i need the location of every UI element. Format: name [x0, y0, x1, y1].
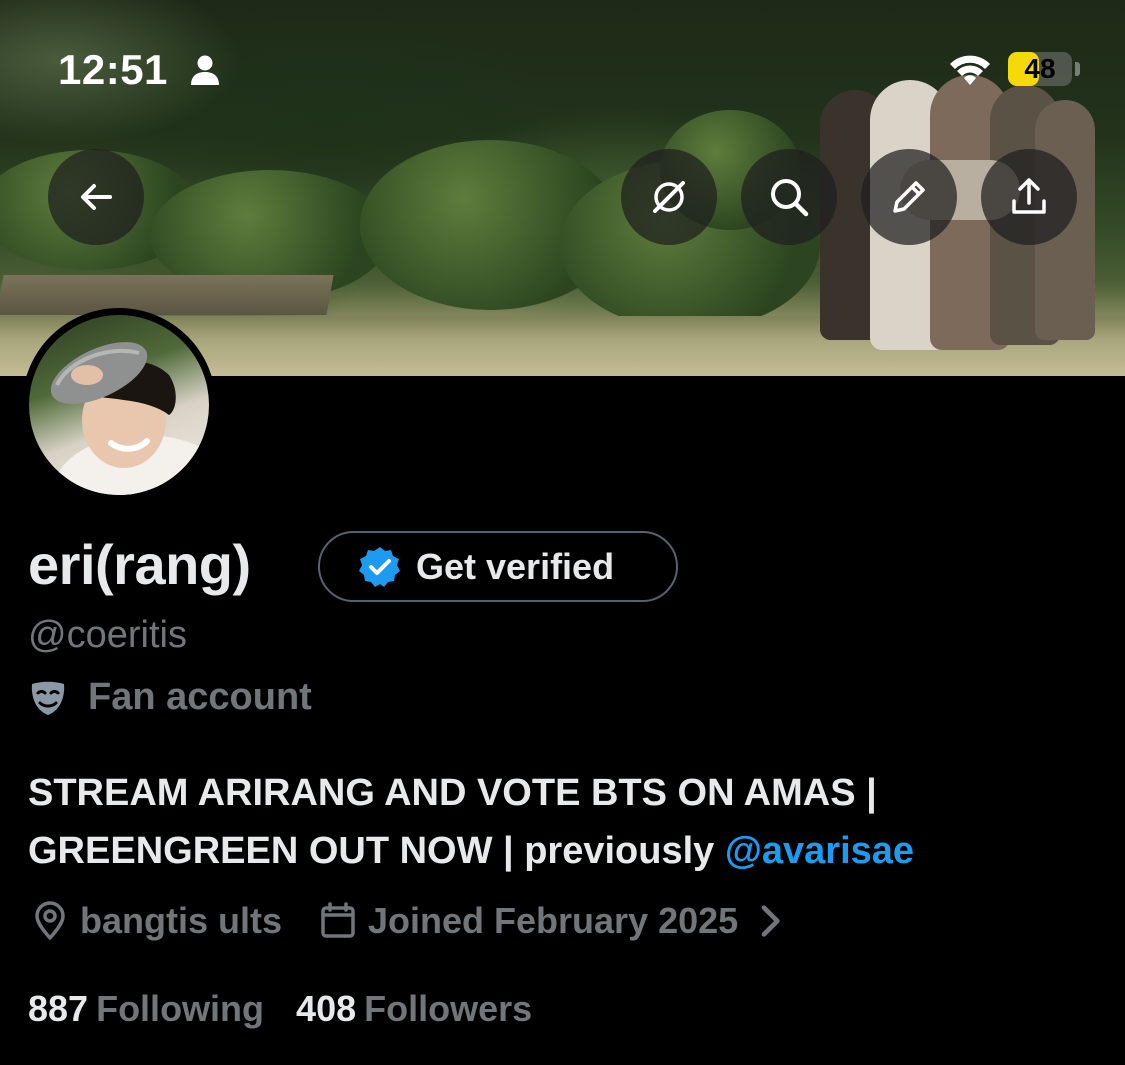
- battery-level: 48: [1024, 53, 1056, 84]
- location: bangtis ults: [30, 900, 282, 942]
- edit-button[interactable]: [861, 149, 957, 245]
- following-count: 887: [28, 988, 89, 1029]
- account-category: Fan account: [28, 676, 312, 719]
- category-label: Fan account: [88, 676, 312, 718]
- share-button[interactable]: [981, 149, 1077, 245]
- avatar[interactable]: [22, 308, 216, 502]
- profile-meta: bangtis ults Joined February 2025: [30, 900, 802, 942]
- status-time: 12:51: [58, 46, 168, 93]
- battery-nub: [1075, 62, 1080, 76]
- profile-bio: STREAM ARIRANG AND VOTE BTS ON AMAS | GR…: [28, 764, 1108, 880]
- display-name: eri(rang): [28, 533, 251, 596]
- pencil-icon: [893, 181, 925, 213]
- search-icon: [771, 179, 809, 217]
- mask-icon: [31, 681, 65, 715]
- followers-count: 408: [296, 988, 357, 1029]
- get-verified-label: Get verified: [416, 545, 615, 587]
- following-label: Following: [96, 988, 265, 1029]
- person-icon: [191, 55, 219, 85]
- search-button[interactable]: [741, 149, 837, 245]
- joined-label: Joined February 2025: [368, 900, 739, 941]
- location-pin-icon: [35, 901, 65, 940]
- profile-stats: 887 Following 408 Followers: [28, 988, 532, 1030]
- followers-label: Followers: [364, 988, 533, 1029]
- grok-button[interactable]: [621, 149, 717, 245]
- joined-date[interactable]: Joined February 2025: [318, 900, 802, 942]
- share-icon: [1012, 178, 1046, 214]
- arrow-left-icon: [81, 184, 112, 210]
- get-verified-button[interactable]: Get verified: [318, 531, 678, 602]
- profile-handle: @coeritis: [28, 614, 187, 656]
- grok-icon: [653, 181, 685, 213]
- wifi-icon: [950, 55, 990, 85]
- bio-mention-link[interactable]: @avarisae: [725, 830, 914, 872]
- avatar-image: [29, 315, 209, 495]
- followers-link[interactable]: 408 Followers: [296, 988, 532, 1030]
- battery-icon: 48: [1008, 52, 1072, 86]
- verified-badge-icon: [359, 546, 400, 587]
- location-label: bangtis ults: [80, 900, 283, 941]
- banner-pool: [0, 275, 334, 315]
- chevron-right-icon: [761, 905, 780, 937]
- back-button[interactable]: [48, 149, 144, 245]
- following-link[interactable]: 887 Following: [28, 988, 264, 1030]
- calendar-icon: [321, 902, 355, 938]
